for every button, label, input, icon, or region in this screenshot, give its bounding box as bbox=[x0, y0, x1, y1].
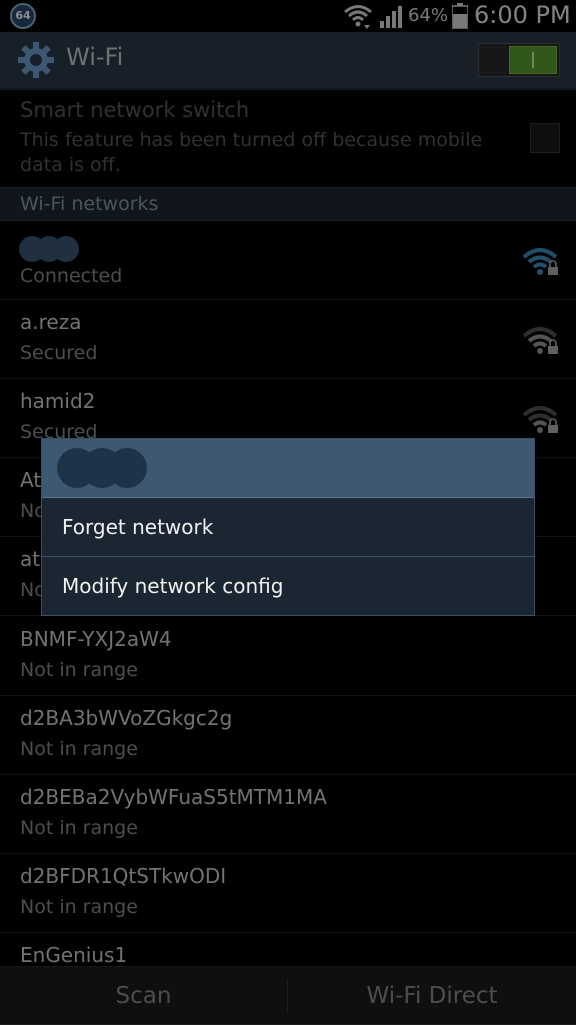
option-label: Modify network config bbox=[62, 574, 284, 598]
option-label: Forget network bbox=[62, 515, 214, 539]
forget-network-option[interactable]: Forget network bbox=[42, 498, 534, 556]
network-options-dialog: Forget network Modify network config bbox=[41, 438, 535, 616]
modify-network-config-option[interactable]: Modify network config bbox=[42, 557, 534, 615]
redacted-dialog-title bbox=[57, 448, 147, 488]
dialog-header bbox=[42, 439, 534, 498]
